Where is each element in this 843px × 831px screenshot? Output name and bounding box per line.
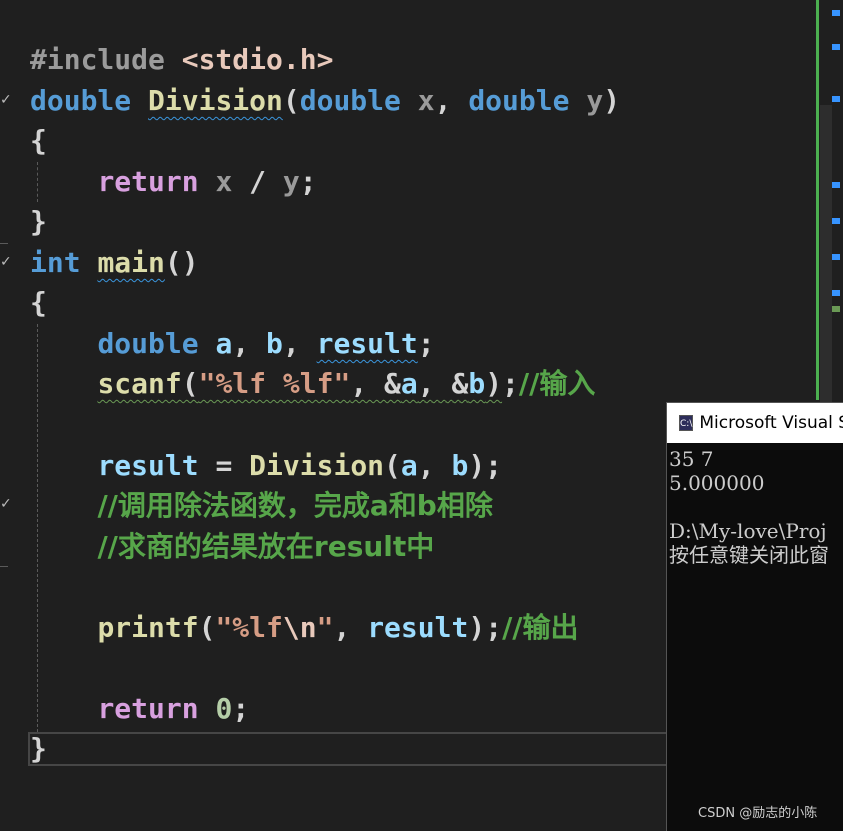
overview-marker [832,306,840,312]
var-a: a [400,367,418,400]
comment-call: //调用除法函数，完成a和b相除 [97,489,493,522]
watermark: CSDN @励志的小陈 [698,806,818,821]
console-title: Microsoft Visual S [699,413,843,433]
overview-marker [832,290,840,296]
code-line-declaration[interactable]: double a, b, result; [30,324,434,364]
var-b: b [451,449,469,482]
change-mark-icon: ✓ [0,254,12,270]
printf-format-open: "%lf [215,611,283,644]
code-line-division-signature[interactable]: double Division(double x, double y) [30,81,620,121]
var-a: a [215,327,233,360]
console-app-icon: C:\ [679,415,694,431]
keyword-int: int [30,246,81,279]
code-line-scanf[interactable]: scanf("%lf %lf", &a, &b);//输入 [30,364,595,404]
function-name-division: Division [148,84,283,117]
var-b: b [468,367,486,400]
overview-marker [832,10,840,16]
function-name-scanf: scanf [97,367,182,400]
console-output-line: 35 7 [669,447,714,471]
code-line-return-division[interactable]: return x / y; [30,162,316,202]
var-a: a [400,449,418,482]
code-line-main-signature[interactable]: int main() [30,243,199,283]
overview-marker [832,96,840,102]
param-x: x [417,84,435,117]
comment-quotient: //求商的结果放在result中 [97,530,435,563]
param-y: y [282,165,300,198]
var-b: b [266,327,283,360]
code-line-brace-open[interactable]: { [30,121,47,161]
console-output-line: 按任意键关闭此窗 [669,543,829,567]
console-output-line: 5.000000 [669,471,765,495]
number-zero: 0 [215,692,233,725]
change-mark-icon: ✓ [0,496,12,512]
param-x: x [215,165,233,198]
var-result: result [97,449,199,482]
code-line-printf[interactable]: printf("%lf\n", result);//输出 [30,608,579,648]
change-indicator-bar [816,0,819,400]
include-directive: #include [30,43,165,76]
printf-escape: \n [282,611,317,644]
var-result: result [316,327,418,360]
current-line-highlight [28,732,668,766]
code-line-brace-open[interactable]: { [30,283,47,323]
console-output-line: D:\My-love\Proj [669,519,827,543]
scanf-format-string: "%lf %lf" [198,367,351,400]
var-result: result [367,611,469,644]
param-y: y [586,84,604,117]
code-line-assign-result[interactable]: result = Division(a, b); [30,446,502,486]
keyword-double: double [468,84,570,117]
code-line-comment-quotient[interactable]: //求商的结果放在result中 [30,527,434,567]
function-name-main: main [97,246,165,279]
comment-output: //输出 [502,611,579,644]
overview-marker [832,254,840,260]
overview-marker [832,218,840,224]
overview-marker [832,44,840,50]
keyword-double: double [30,84,132,117]
overview-marker [832,182,840,188]
scanf-warning-span: scanf("%lf %lf", &a, &b) [97,367,503,400]
keyword-return: return [97,165,199,198]
printf-format-close: " [316,611,334,644]
gutter-divider [0,243,8,244]
code-line-comment-call[interactable]: //调用除法函数，完成a和b相除 [30,486,493,526]
code-line-brace-close[interactable]: } [30,202,47,242]
gutter-divider [0,566,8,567]
change-mark-icon: ✓ [0,92,12,108]
keyword-double: double [97,327,199,360]
console-window[interactable]: C:\ Microsoft Visual S 35 7 5.000000 D:\My… [666,402,843,831]
code-line-return-zero[interactable]: return 0; [30,689,249,729]
code-line-brace-close[interactable]: } [30,729,47,769]
keyword-return: return [97,692,199,725]
comment-input: //输入 [518,367,596,400]
function-name-printf: printf [97,611,199,644]
console-output[interactable]: 35 7 5.000000 D:\My-love\Proj 按任意键关闭此窗 [669,447,829,567]
keyword-double: double [299,84,401,117]
vertical-scrollbar[interactable] [820,105,832,405]
function-name-division: Division [249,449,385,482]
code-line-include[interactable]: #include <stdio.h> [30,40,333,80]
include-header: <stdio.h> [181,43,334,76]
console-titlebar[interactable]: C:\ Microsoft Visual S [667,403,843,443]
